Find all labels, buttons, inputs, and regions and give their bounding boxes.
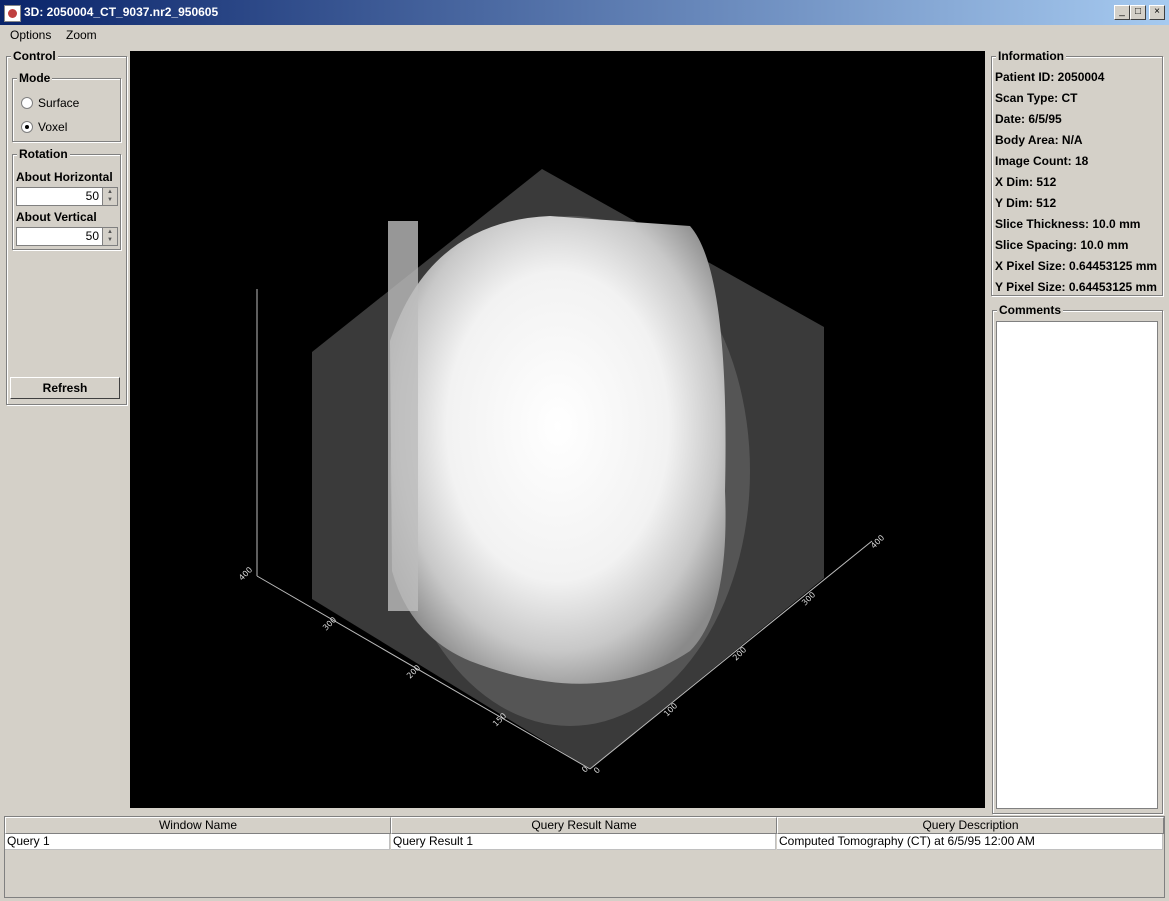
window-title: 3D: 2050004_CT_9037.nr2_950605 — [24, 5, 219, 19]
about-horizontal-value[interactable]: 50 — [86, 189, 99, 203]
about-vertical-label: About Vertical — [16, 210, 97, 224]
refresh-button[interactable]: Refresh — [10, 377, 120, 399]
volume-viewport[interactable]: 400 300 200 150 0 0 100 200 300 400 — [130, 51, 985, 808]
mode-group: Mode Surface Voxel — [12, 71, 121, 142]
menu-bar: Options Zoom — [0, 25, 1169, 45]
body-slice-left — [388, 221, 418, 611]
info-patient-id: Patient ID: 2050004 — [995, 70, 1105, 84]
maximize-button[interactable]: □ — [1130, 5, 1146, 20]
about-vertical-spin-buttons[interactable]: ▲ ▼ — [102, 228, 117, 245]
surface-radio[interactable]: Surface — [21, 96, 79, 110]
surface-radio-label: Surface — [38, 96, 80, 110]
voxel-radio-label: Voxel — [38, 120, 68, 134]
info-y-dim: Y Dim: 512 — [995, 196, 1057, 210]
body-volume — [390, 216, 726, 684]
axis-tick-label: 400 — [237, 565, 254, 582]
table-cell[interactable]: Query Result 1 — [391, 834, 776, 850]
about-vertical-value[interactable]: 50 — [86, 229, 99, 243]
menu-options[interactable]: Options — [10, 28, 51, 42]
rotation-group-title: Rotation — [17, 147, 70, 161]
comments-title: Comments — [997, 303, 1064, 317]
information-title: Information — [996, 49, 1066, 63]
comments-textarea[interactable] — [996, 321, 1158, 809]
info-x-dim: X Dim: 512 — [995, 175, 1057, 189]
info-body-area: Body Area: N/A — [995, 133, 1083, 147]
table-cell[interactable]: Computed Tomography (CT) at 6/5/95 12:00… — [777, 834, 1163, 850]
query-results-table: Window Name Query Result Name Query Desc… — [4, 816, 1165, 898]
spin-up-icon[interactable]: ▲ — [103, 188, 117, 196]
table-cell[interactable]: Query 1 — [5, 834, 390, 850]
axis-tick-label: 300 — [321, 615, 338, 632]
about-vertical-spinner[interactable]: 50 ▲ ▼ — [16, 227, 118, 246]
voxel-radio[interactable]: Voxel — [21, 120, 67, 134]
control-panel-title: Control — [11, 49, 58, 63]
info-image-count: Image Count: 18 — [995, 154, 1089, 168]
spin-down-icon[interactable]: ▼ — [103, 236, 117, 244]
column-header-query-description[interactable]: Query Description — [777, 817, 1164, 834]
volume-render[interactable]: 400 300 200 150 0 0 100 200 300 400 — [130, 51, 985, 808]
column-header-query-result-name[interactable]: Query Result Name — [391, 817, 777, 834]
about-horizontal-spinner[interactable]: 50 ▲ ▼ — [16, 187, 118, 206]
info-x-pixel-size: X Pixel Size: 0.64453125 mm — [995, 259, 1158, 273]
info-slice-spacing: Slice Spacing: 10.0 mm — [995, 238, 1129, 252]
info-date: Date: 6/5/95 — [995, 112, 1062, 126]
axis-tick-label: 200 — [405, 663, 422, 680]
minimize-button[interactable]: _ — [1114, 5, 1130, 20]
info-y-pixel-size: Y Pixel Size: 0.64453125 mm — [995, 280, 1157, 294]
close-button[interactable]: × — [1149, 5, 1165, 20]
column-header-window-name[interactable]: Window Name — [5, 817, 391, 834]
voxel-radio-icon[interactable] — [21, 121, 33, 133]
spin-up-icon[interactable]: ▲ — [103, 228, 117, 236]
axis-tick-label: 0 — [592, 765, 602, 775]
info-scan-type: Scan Type: CT — [995, 91, 1078, 105]
app-icon — [4, 5, 21, 22]
about-horizontal-label: About Horizontal — [16, 170, 113, 184]
info-slice-thickness: Slice Thickness: 10.0 mm — [995, 217, 1141, 231]
surface-radio-icon[interactable] — [21, 97, 33, 109]
menu-zoom[interactable]: Zoom — [66, 28, 97, 42]
about-horizontal-spin-buttons[interactable]: ▲ ▼ — [102, 188, 117, 205]
mode-group-title: Mode — [17, 71, 53, 85]
spin-down-icon[interactable]: ▼ — [103, 196, 117, 204]
title-bar: 3D: 2050004_CT_9037.nr2_950605 _ □ × — [0, 0, 1169, 25]
axis-tick-label: 400 — [869, 533, 886, 550]
